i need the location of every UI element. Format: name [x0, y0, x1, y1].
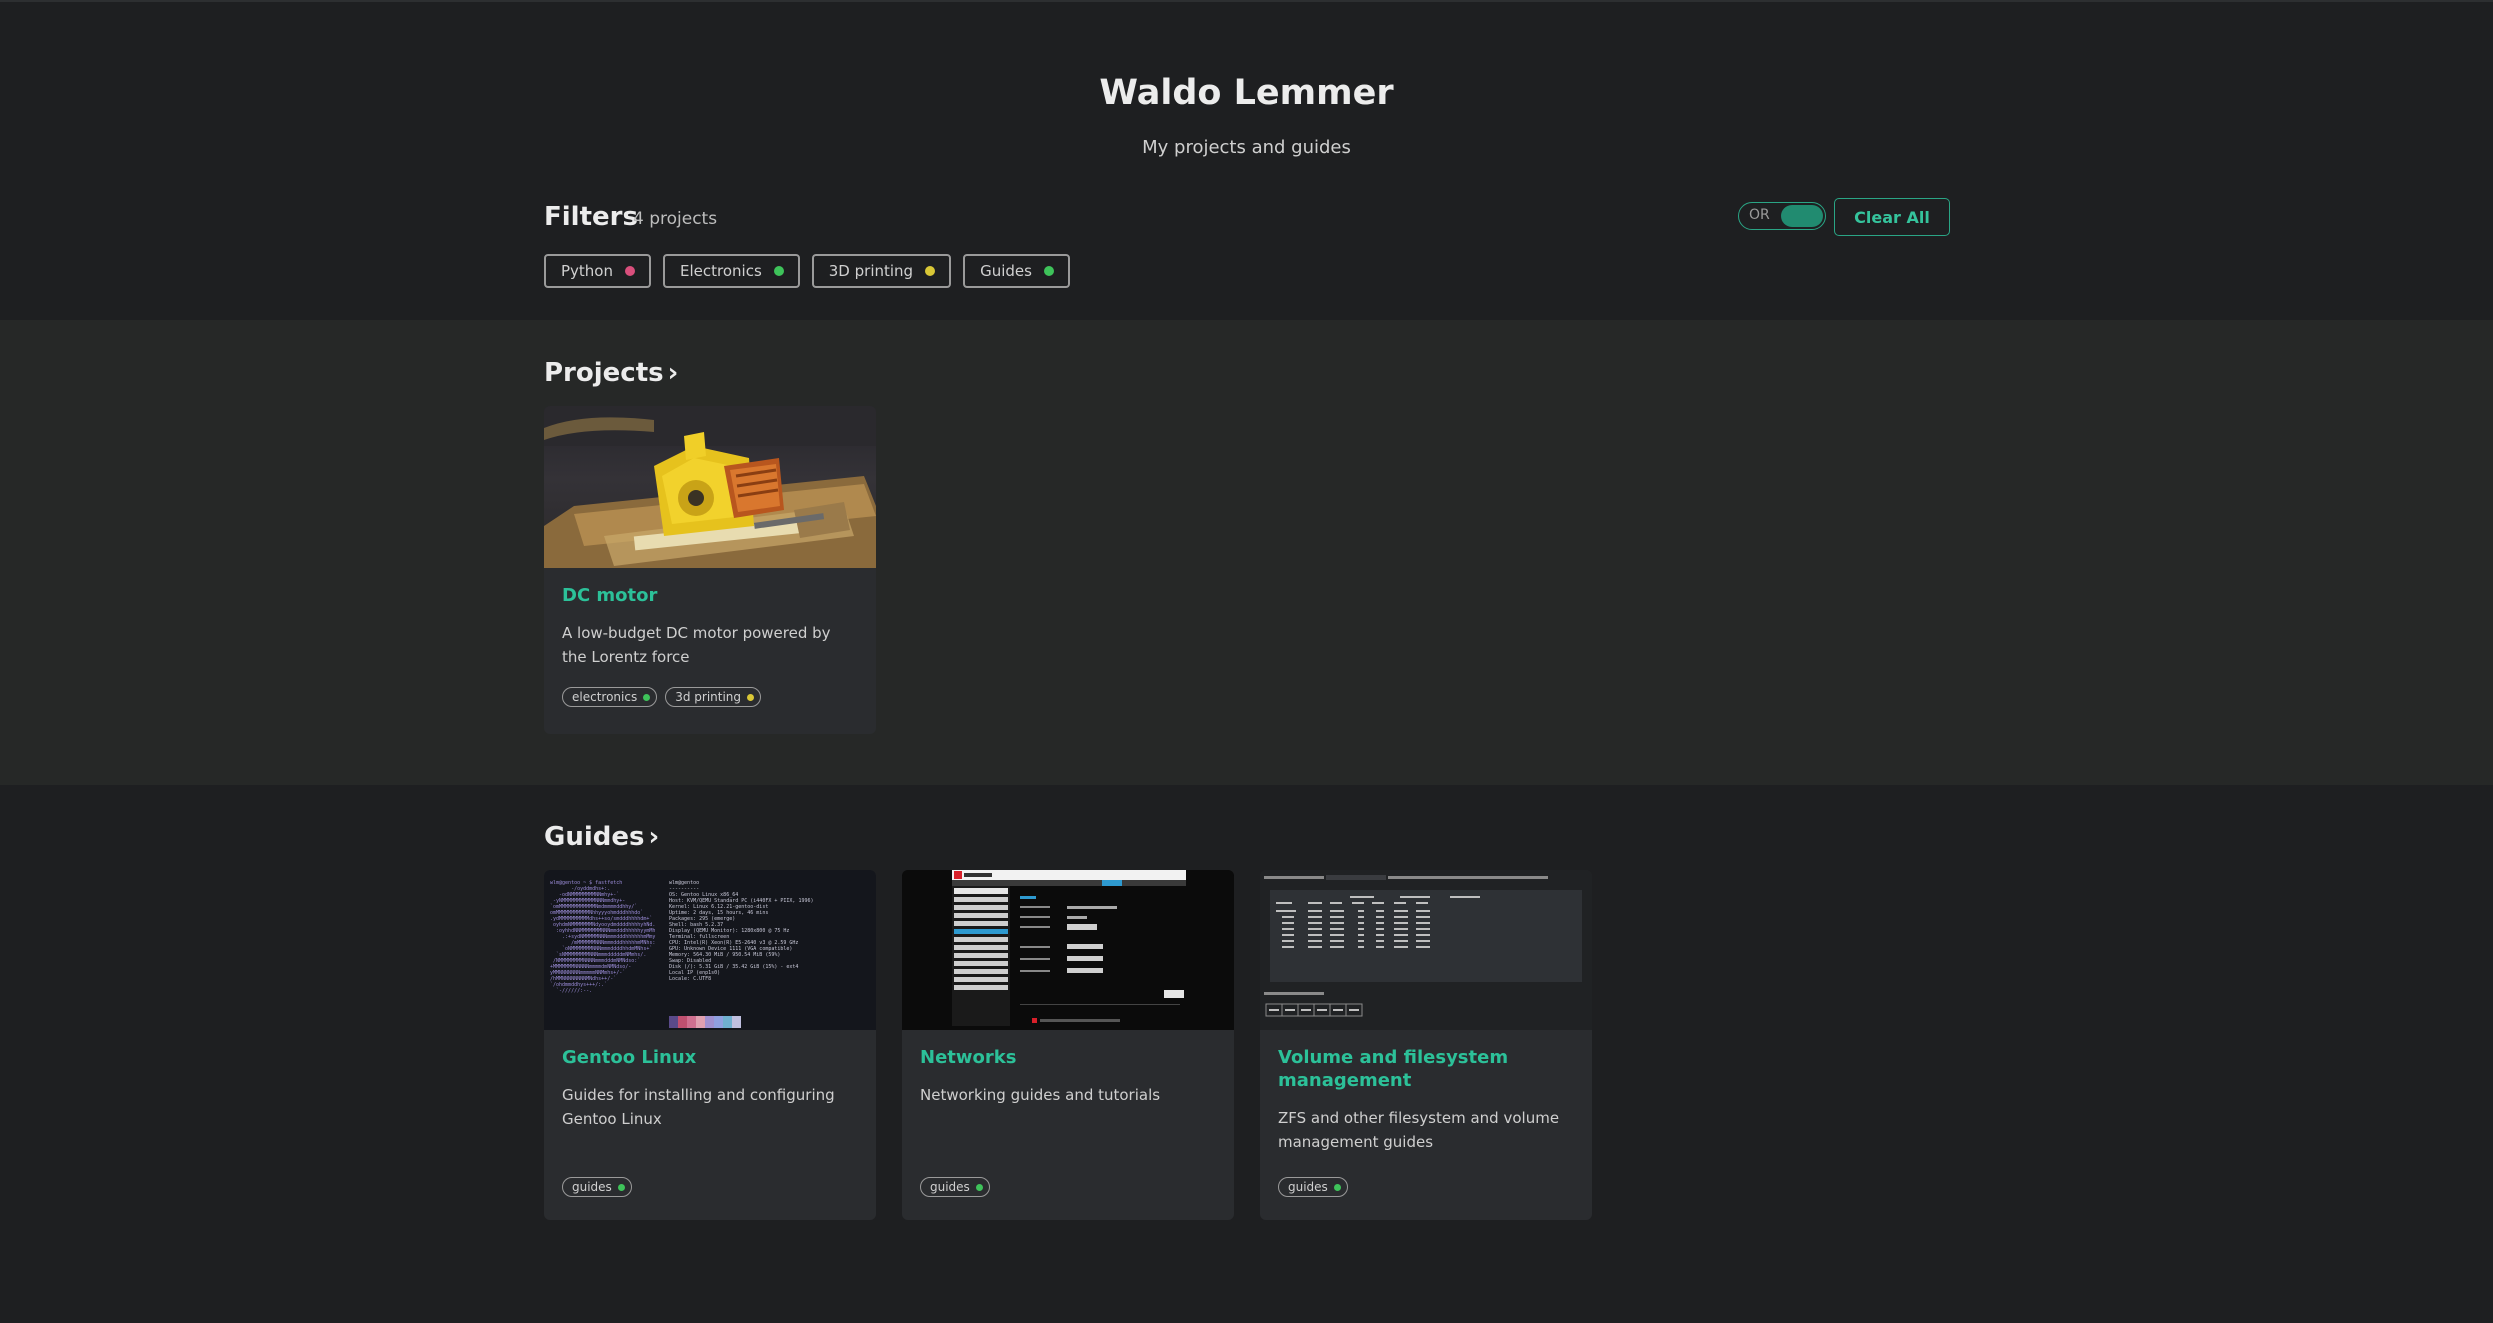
guide-card-gentoo-linux[interactable]: wlm@gentoo ~ $ fastfetch -/oyddmdhs+:. -…: [544, 870, 876, 1220]
chevron-right-icon: ›: [648, 822, 660, 852]
projects-heading-text: Projects: [544, 358, 664, 388]
chip-label: 3D printing: [828, 262, 914, 280]
zfs-output-screenshot: [1260, 870, 1592, 1030]
filters-title: Filters: [544, 202, 638, 232]
filter-chip-guides[interactable]: Guides: [963, 254, 1070, 288]
color-dot: [1333, 1183, 1341, 1191]
tag-guides[interactable]: guides: [920, 1177, 990, 1197]
guide-thumbnail: [902, 870, 1234, 1030]
toggle-label: OR: [1749, 207, 1770, 223]
card-description: Guides for installing and configuring Ge…: [562, 1086, 835, 1128]
card-description: ZFS and other filesystem and volume mana…: [1278, 1109, 1560, 1151]
projects-heading[interactable]: Projects ›: [544, 358, 678, 388]
card-tags: guides: [920, 1177, 990, 1197]
projects-section: Projects › DC motor A low-budget DC moto…: [0, 320, 2493, 785]
card-title: Networks: [920, 1047, 1017, 1068]
guide-card-networks[interactable]: Networks Networking guides and tutorials…: [902, 870, 1234, 1220]
clear-all-button[interactable]: Clear All: [1834, 198, 1950, 236]
color-dot: [925, 266, 936, 276]
card-title: DC motor: [562, 585, 658, 606]
card-tags: electronics 3d printing: [562, 687, 858, 707]
card-description: Networking guides and tutorials: [920, 1086, 1161, 1104]
filter-chip-python[interactable]: Python: [544, 254, 651, 288]
color-dot: [975, 1183, 983, 1191]
or-toggle[interactable]: OR: [1738, 202, 1826, 230]
toggle-knob: [1781, 205, 1823, 227]
card-description: A low-budget DC motor powered by the Lor…: [562, 624, 831, 666]
filter-chip-electronics[interactable]: Electronics: [663, 254, 800, 288]
site-header: Waldo Lemmer My projects and guides Filt…: [0, 2, 2493, 320]
project-card-dc-motor[interactable]: DC motor A low-budget DC motor powered b…: [544, 406, 876, 734]
color-dot: [617, 1183, 625, 1191]
dc-motor-image: [544, 406, 876, 568]
color-dot: [747, 693, 755, 701]
chip-label: Python: [561, 262, 613, 280]
card-title: Gentoo Linux: [562, 1047, 697, 1068]
guide-thumbnail: wlm@gentoo ~ $ fastfetch -/oyddmdhs+:. -…: [544, 870, 876, 1030]
filter-chip-3d-printing[interactable]: 3D printing: [811, 254, 952, 288]
chip-label: Electronics: [680, 262, 762, 280]
tag-label: 3d printing: [675, 690, 742, 704]
guides-section: Guides › wlm@gentoo ~ $ fastfetch -/oyddm…: [0, 785, 2493, 1323]
color-dot: [625, 266, 635, 276]
guide-card-volume-filesystem[interactable]: Volume and filesystem management ZFS and…: [1260, 870, 1592, 1220]
tag-label: guides: [1288, 1180, 1328, 1194]
router-admin-screenshot: [902, 870, 1234, 1030]
tag-guides[interactable]: guides: [562, 1177, 632, 1197]
terminal-ascii-art: wlm@gentoo ~ $ fastfetch -/oyddmdhs+:. -…: [550, 880, 656, 994]
project-count: 4 projects: [633, 209, 718, 229]
tag-label: guides: [930, 1180, 970, 1194]
project-thumbnail: [544, 406, 876, 568]
tag-label: guides: [572, 1180, 612, 1194]
terminal-sysinfo: wlm@gentoo ---------- OS: Gentoo Linux x…: [669, 880, 814, 982]
color-dot: [1043, 266, 1054, 276]
guides-heading[interactable]: Guides ›: [544, 822, 659, 852]
card-tags: guides: [562, 1177, 632, 1197]
card-title: Volume and filesystem management: [1278, 1047, 1509, 1091]
tag-label: electronics: [572, 690, 638, 704]
card-tags: guides: [1278, 1177, 1348, 1197]
chip-label: Guides: [980, 262, 1032, 280]
filter-chips: Python Electronics 3D printing Guides: [544, 254, 1070, 288]
color-dot: [643, 693, 651, 701]
site-title: Waldo Lemmer: [1099, 73, 1394, 113]
guides-heading-text: Guides: [544, 822, 645, 852]
site-subtitle: My projects and guides: [1142, 137, 1351, 158]
terminal-color-swatches: [669, 1016, 741, 1028]
color-dot: [773, 266, 784, 276]
tag-electronics[interactable]: electronics: [562, 687, 658, 707]
chevron-right-icon: ›: [667, 358, 679, 388]
tag-guides[interactable]: guides: [1278, 1177, 1348, 1197]
tag-3d-printing[interactable]: 3d printing: [665, 687, 762, 707]
guide-thumbnail: [1260, 870, 1592, 1030]
